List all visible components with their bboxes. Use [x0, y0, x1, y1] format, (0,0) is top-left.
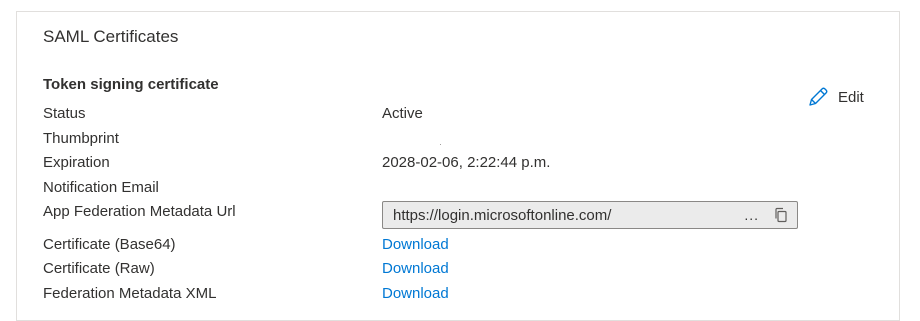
edit-button[interactable]: Edit	[807, 86, 864, 108]
status-value: Active	[382, 105, 423, 122]
metadata-url-field[interactable]: https://login.microsoftonline.com/ ...	[382, 201, 798, 229]
saml-certificates-card: SAML Certificates Token signing certific…	[16, 11, 900, 321]
edit-label: Edit	[838, 88, 864, 106]
thumbprint-placeholder-dot	[440, 144, 441, 145]
notification-email-label: Notification Email	[43, 179, 159, 196]
metadata-url-label: App Federation Metadata Url	[43, 203, 236, 220]
metadata-url-value[interactable]: https://login.microsoftonline.com/	[393, 207, 744, 224]
federation-xml-download-link[interactable]: Download	[382, 285, 449, 302]
federation-xml-label: Federation Metadata XML	[43, 285, 217, 302]
status-label: Status	[43, 105, 86, 122]
card-title: SAML Certificates	[43, 27, 179, 46]
copy-icon[interactable]	[773, 207, 789, 223]
section-title: Token signing certificate	[43, 76, 219, 93]
thumbprint-label: Thumbprint	[43, 130, 119, 147]
expiration-value: 2028-02-06, 2:22:44 p.m.	[382, 154, 551, 171]
cert-raw-label: Certificate (Raw)	[43, 260, 155, 277]
cert-base64-label: Certificate (Base64)	[43, 236, 176, 253]
ellipsis-indicator: ...	[744, 207, 759, 223]
expiration-label: Expiration	[43, 154, 110, 171]
cert-base64-download-link[interactable]: Download	[382, 236, 449, 253]
pencil-icon	[807, 86, 829, 108]
cert-raw-download-link[interactable]: Download	[382, 260, 449, 277]
